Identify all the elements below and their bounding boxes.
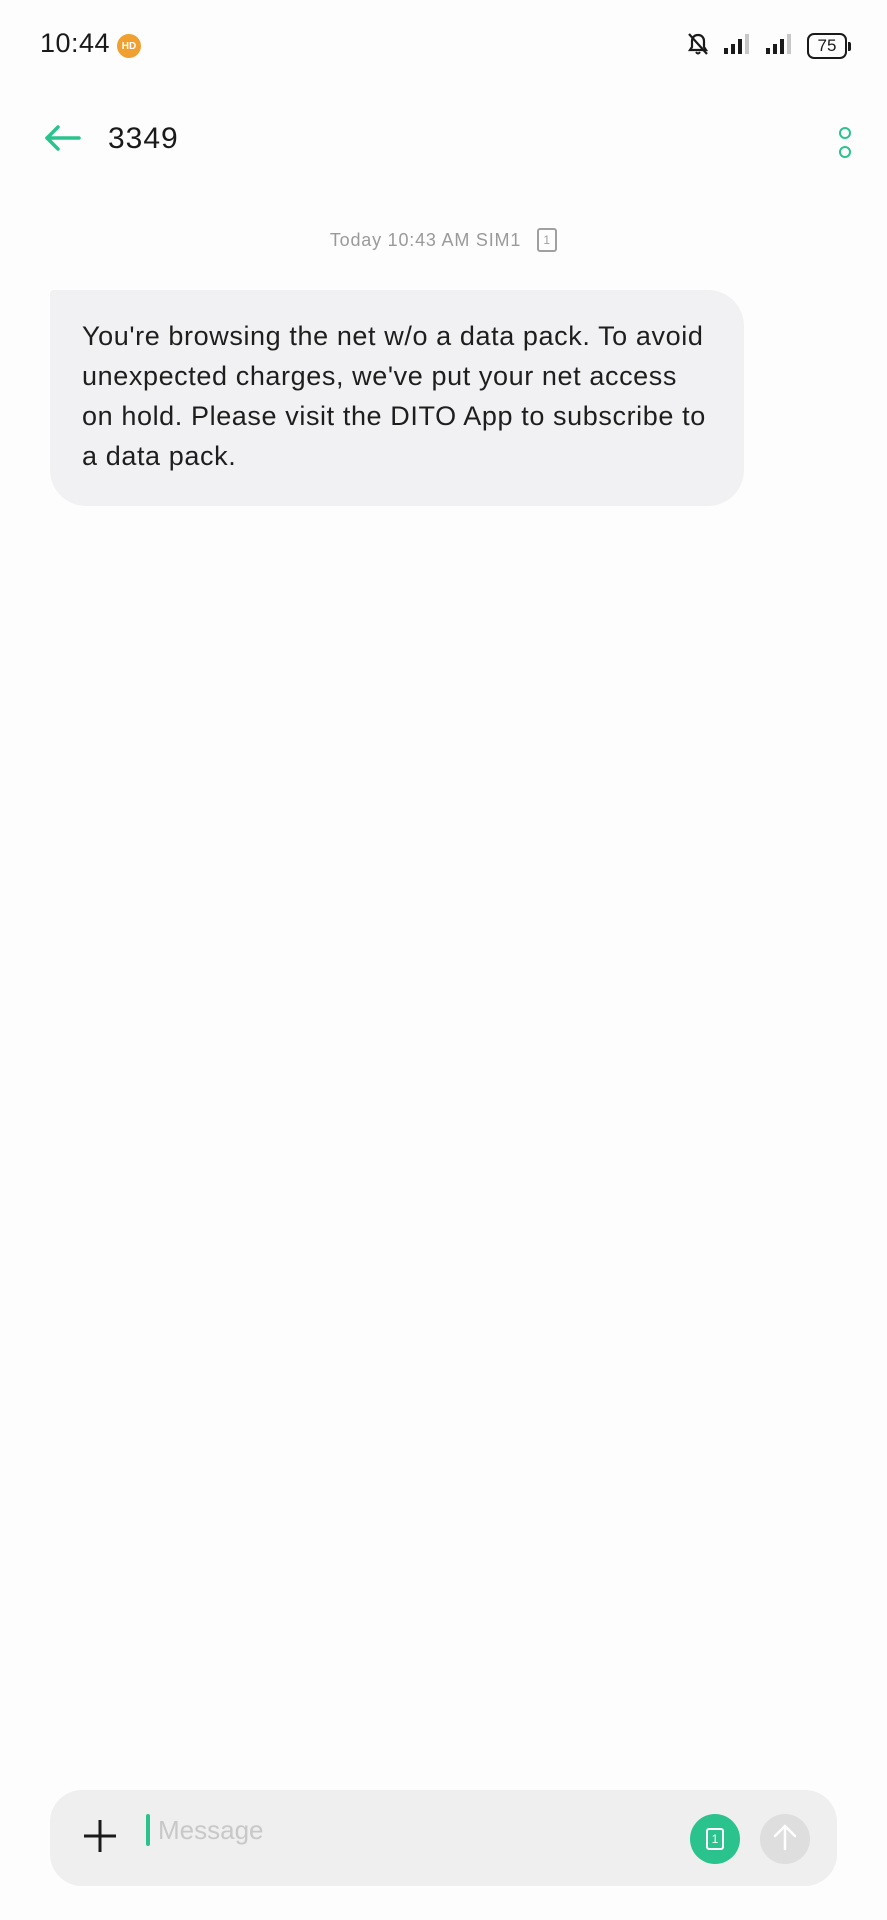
signal-icon [765,32,793,61]
sim-card-icon: 1 [537,228,558,252]
signal-icon [723,32,751,61]
incoming-message-bubble[interactable]: You're browsing the net w/o a data pack.… [50,290,744,506]
message-timestamp-row: Today 10:43 AM SIM1 1 [0,228,887,252]
contact-title: 3349 [108,122,179,155]
text-cursor [146,1814,150,1846]
arrow-up-icon [772,1823,798,1856]
message-input[interactable] [154,1808,578,1852]
battery-icon: 75 [807,33,851,59]
send-button[interactable] [760,1814,810,1864]
attach-button[interactable] [74,1812,126,1864]
more-vertical-icon [839,126,851,139]
conversation-header: 3349 [0,100,887,180]
mute-bell-icon [687,32,709,61]
more-vertical-icon-dot [839,145,851,158]
message-composer: 1 [50,1790,837,1886]
back-button[interactable] [38,118,88,162]
plus-icon [82,1818,118,1859]
sim-select-button[interactable]: 1 [690,1814,740,1864]
more-options-button[interactable] [825,120,865,164]
status-bar: 10:44 HD 75 [0,0,887,92]
message-timestamp: Today 10:43 AM SIM1 [329,229,522,250]
arrow-left-icon [43,123,83,158]
sim-card-icon: 1 [706,1828,724,1850]
status-icons: 75 [687,30,851,62]
status-time: 10:44 [40,28,111,58]
app-notification-icon: HD [117,34,141,58]
